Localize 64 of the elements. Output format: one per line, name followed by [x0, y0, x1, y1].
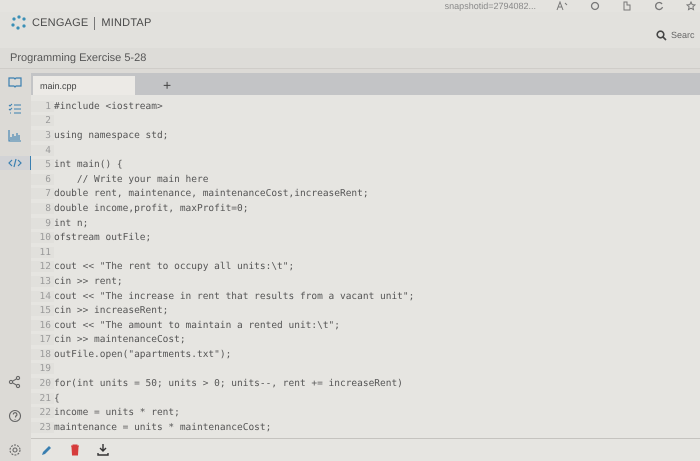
code-line: double rent, maintenance, maintenanceCost,increaseRent;: [54, 188, 369, 200]
code-line: #include <iostream>: [54, 100, 163, 112]
line-number: 12: [31, 261, 54, 272]
search-icon: [656, 30, 667, 40]
code-line: cout << "The rent to occupy all units:\t";: [54, 261, 294, 272]
code-icon[interactable]: [8, 156, 22, 170]
refresh-icon[interactable]: [654, 1, 664, 11]
line-number: 17: [31, 334, 54, 346]
code-line: cout << "The amount to maintain a rented unit:\t";: [54, 320, 340, 331]
search-field[interactable]: Searc: [671, 30, 699, 40]
line-number: 9: [31, 218, 54, 229]
line-number: 1: [31, 100, 54, 112]
line-number: 20: [31, 378, 54, 390]
page-title: Programming Exercise 5-28: [10, 52, 146, 64]
line-number: 18: [31, 348, 54, 360]
line-number: 22: [31, 407, 54, 418]
trash-icon[interactable]: [68, 443, 82, 457]
line-number: 8: [31, 202, 54, 214]
brand-name: CENGAGE: [32, 17, 88, 29]
url-text: snapshotid=2794082...: [444, 1, 536, 11]
product-name: MINDTAP: [101, 17, 152, 29]
code-line: cin >> rent;: [54, 276, 123, 287]
line-number: 14: [31, 290, 54, 302]
code-line: int main() {: [54, 159, 123, 170]
file-tab[interactable]: main.cpp: [33, 76, 135, 95]
line-number: 11: [31, 246, 54, 258]
book-icon[interactable]: [8, 75, 22, 89]
code-line: outFile.open("apartments.txt");: [54, 348, 232, 360]
line-number: 6: [31, 174, 54, 185]
line-number: 5: [31, 159, 54, 170]
code-line: using namespace std;: [54, 130, 168, 141]
line-number: 2: [31, 115, 54, 126]
code-line: // Write your main here: [76, 174, 208, 185]
line-number: 3: [31, 130, 54, 141]
star-icon[interactable]: [686, 1, 696, 11]
read-aloud-icon[interactable]: [556, 1, 568, 11]
code-line: ofstream outFile;: [54, 232, 152, 244]
line-number: 4: [31, 144, 54, 156]
bar-chart-icon[interactable]: [8, 129, 22, 143]
code-line: for(int units = 50; units > 0; units--, rent += increaseRent): [54, 378, 403, 390]
code-line: income = units * rent;: [54, 407, 180, 418]
code-line: double income,profit, maxProfit=0;: [54, 202, 248, 214]
download-icon[interactable]: [96, 443, 110, 457]
code-line: cin >> increaseRent;: [54, 305, 168, 316]
code-tab[interactable]: [0, 156, 32, 170]
code-line: maintenance = units * maintenanceCost;: [54, 422, 272, 433]
code-line: cout << "The increase in rent that results from a vacant unit";: [54, 290, 414, 302]
line-number: 23: [31, 422, 54, 433]
help-icon[interactable]: [8, 409, 22, 423]
add-tab-button[interactable]: +: [155, 75, 180, 95]
pencil-icon[interactable]: [40, 443, 54, 457]
logo-icon: [10, 15, 28, 31]
line-number: 10: [31, 232, 54, 244]
code-line: int n;: [54, 218, 88, 229]
line-number: 21: [31, 392, 54, 404]
line-number: 15: [31, 305, 54, 316]
checklist-icon[interactable]: [8, 102, 22, 116]
line-number: 16: [31, 320, 54, 331]
code-line: cin >> maintenanceCost;: [54, 334, 186, 346]
share-icon[interactable]: [8, 375, 22, 389]
line-number: 7: [31, 188, 54, 200]
line-number: 13: [31, 276, 54, 287]
code-line: {: [54, 392, 60, 404]
line-number: 19: [31, 363, 54, 374]
